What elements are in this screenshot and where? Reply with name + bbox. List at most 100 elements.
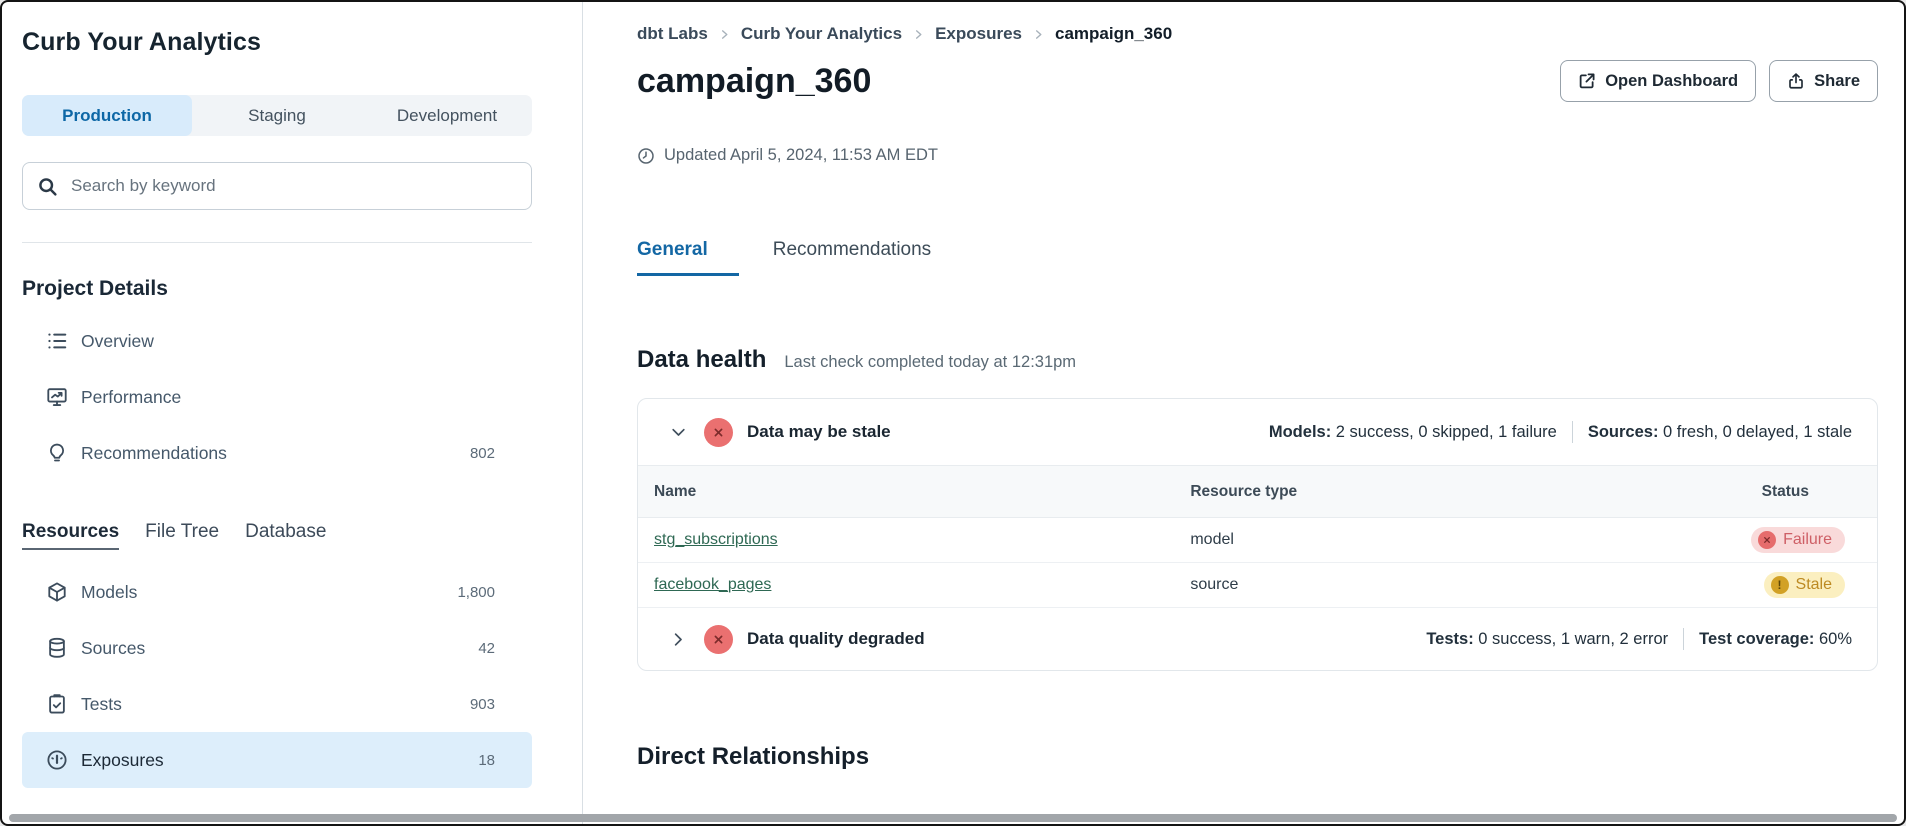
stale-group-row[interactable]: Data may be stale Models: 2 success, 0 s…	[638, 399, 1877, 465]
sidebar-item-tests[interactable]: Tests 903	[22, 676, 532, 732]
data-health-header: Data health Last check completed today a…	[637, 346, 1878, 374]
resource-link-facebook-pages[interactable]: facebook_pages	[654, 576, 771, 593]
stale-resources-table: Name Resource type Status stg_subscripti…	[638, 465, 1877, 608]
tab-database[interactable]: Database	[245, 521, 326, 550]
project-title: Curb Your Analytics	[22, 28, 532, 57]
open-dashboard-label: Open Dashboard	[1605, 72, 1738, 91]
updated-timestamp: Updated April 5, 2024, 11:53 AM EDT	[637, 146, 1878, 165]
external-link-icon	[1578, 72, 1596, 90]
share-label: Share	[1814, 72, 1860, 91]
quality-group-stats: Tests: 0 success, 1 warn, 2 error Test c…	[1426, 628, 1852, 650]
stat-divider	[1572, 421, 1573, 443]
sidebar-item-models[interactable]: Models 1,800	[22, 564, 532, 620]
sidebar-item-label: Overview	[81, 331, 154, 352]
project-details-heading: Project Details	[22, 277, 532, 301]
table-header-row: Name Resource type Status	[638, 466, 1877, 518]
gauge-icon	[46, 749, 68, 771]
main-content: dbt Labs Curb Your Analytics Exposures c…	[583, 2, 1904, 824]
project-details-nav: Overview Performance Recommendations 802	[22, 313, 532, 481]
clock-icon	[637, 147, 655, 165]
lightbulb-icon	[46, 442, 68, 464]
search-box[interactable]	[22, 162, 532, 210]
data-health-card: Data may be stale Models: 2 success, 0 s…	[637, 398, 1878, 671]
column-header-name: Name	[638, 466, 1189, 518]
chevron-down-icon[interactable]	[670, 424, 687, 441]
sidebar-item-label: Models	[81, 582, 137, 603]
data-health-heading: Data health	[637, 346, 766, 374]
breadcrumb: dbt Labs Curb Your Analytics Exposures c…	[637, 24, 1878, 44]
column-header-resource-type: Resource type	[1189, 466, 1623, 518]
resource-link-stg-subscriptions[interactable]: stg_subscriptions	[654, 531, 778, 548]
share-button[interactable]: Share	[1769, 60, 1878, 102]
sidebar-item-label: Sources	[81, 638, 145, 659]
sidebar-item-exposures[interactable]: Exposures 18	[22, 732, 532, 788]
last-check-text: Last check completed today at 12:31pm	[784, 353, 1076, 372]
resources-nav: Models 1,800 Sources 42 Tests 903	[22, 564, 532, 788]
status-badge-stale: ! Stale	[1764, 572, 1845, 598]
sidebar-item-recommendations[interactable]: Recommendations 802	[22, 425, 532, 481]
sidebar-divider	[22, 242, 532, 243]
tests-stat: Tests: 0 success, 1 warn, 2 error	[1426, 630, 1668, 649]
chevron-right-icon	[719, 29, 730, 40]
resource-type-cell: source	[1189, 563, 1623, 608]
table-row: stg_subscriptions model Failure	[638, 518, 1877, 563]
page-title: campaign_360	[637, 62, 871, 101]
table-row: facebook_pages source ! Stale	[638, 563, 1877, 608]
resource-type-cell: model	[1189, 518, 1623, 563]
stale-group-stats: Models: 2 success, 0 skipped, 1 failure …	[1269, 421, 1852, 443]
database-icon	[46, 637, 68, 659]
column-header-status: Status	[1623, 466, 1877, 518]
quality-group-row[interactable]: Data quality degraded Tests: 0 success, …	[638, 608, 1877, 670]
env-tab-production[interactable]: Production	[22, 95, 192, 136]
cube-icon	[46, 581, 68, 603]
sidebar-item-overview[interactable]: Overview	[22, 313, 532, 369]
coverage-stat: Test coverage: 60%	[1699, 630, 1852, 649]
detail-tabs: General Recommendations	[637, 239, 1878, 276]
exclamation-circle-icon: !	[1771, 576, 1789, 594]
chevron-right-icon	[913, 29, 924, 40]
chevron-right-icon	[1033, 29, 1044, 40]
breadcrumb-current: campaign_360	[1055, 24, 1172, 44]
x-circle-icon	[1758, 531, 1776, 549]
sidebar-item-sources[interactable]: Sources 42	[22, 620, 532, 676]
list-icon	[46, 330, 68, 352]
sidebar-item-label: Recommendations	[81, 443, 227, 464]
sidebar-item-label: Tests	[81, 694, 122, 715]
search-input[interactable]	[69, 175, 517, 197]
sidebar-item-label: Exposures	[81, 750, 164, 771]
tab-resources[interactable]: Resources	[22, 521, 119, 550]
item-count: 802	[470, 445, 495, 462]
item-count: 1,800	[457, 584, 495, 601]
sources-stat: Sources: 0 fresh, 0 delayed, 1 stale	[1588, 423, 1852, 442]
breadcrumb-exposures[interactable]: Exposures	[935, 24, 1022, 44]
breadcrumb-dbt-labs[interactable]: dbt Labs	[637, 24, 708, 44]
status-badge-label: Stale	[1796, 576, 1832, 594]
item-count: 903	[470, 696, 495, 713]
updated-text: Updated April 5, 2024, 11:53 AM EDT	[664, 146, 938, 165]
resource-view-tabs: Resources File Tree Database	[22, 521, 532, 550]
clipboard-check-icon	[46, 693, 68, 715]
quality-group-title: Data quality degraded	[747, 629, 925, 649]
horizontal-scrollbar[interactable]	[9, 814, 1897, 822]
breadcrumb-project[interactable]: Curb Your Analytics	[741, 24, 902, 44]
tab-recommendations[interactable]: Recommendations	[773, 239, 931, 276]
tab-file-tree[interactable]: File Tree	[145, 521, 219, 550]
open-dashboard-button[interactable]: Open Dashboard	[1560, 60, 1756, 102]
error-status-icon	[704, 418, 733, 447]
app-window: Curb Your Analytics Production Staging D…	[0, 0, 1906, 826]
chevron-right-icon[interactable]	[670, 631, 687, 648]
monitor-chart-icon	[46, 386, 68, 408]
share-icon	[1787, 72, 1805, 90]
env-tab-development[interactable]: Development	[362, 95, 532, 136]
tab-general[interactable]: General	[637, 239, 739, 276]
direct-relationships-heading: Direct Relationships	[637, 743, 1878, 771]
error-status-icon	[704, 625, 733, 654]
status-badge-failure: Failure	[1751, 527, 1845, 553]
search-icon	[37, 176, 58, 197]
sidebar-item-performance[interactable]: Performance	[22, 369, 532, 425]
models-stat: Models: 2 success, 0 skipped, 1 failure	[1269, 423, 1557, 442]
sidebar-item-label: Performance	[81, 387, 181, 408]
status-badge-label: Failure	[1783, 531, 1832, 549]
item-count: 42	[478, 640, 495, 657]
env-tab-staging[interactable]: Staging	[192, 95, 362, 136]
